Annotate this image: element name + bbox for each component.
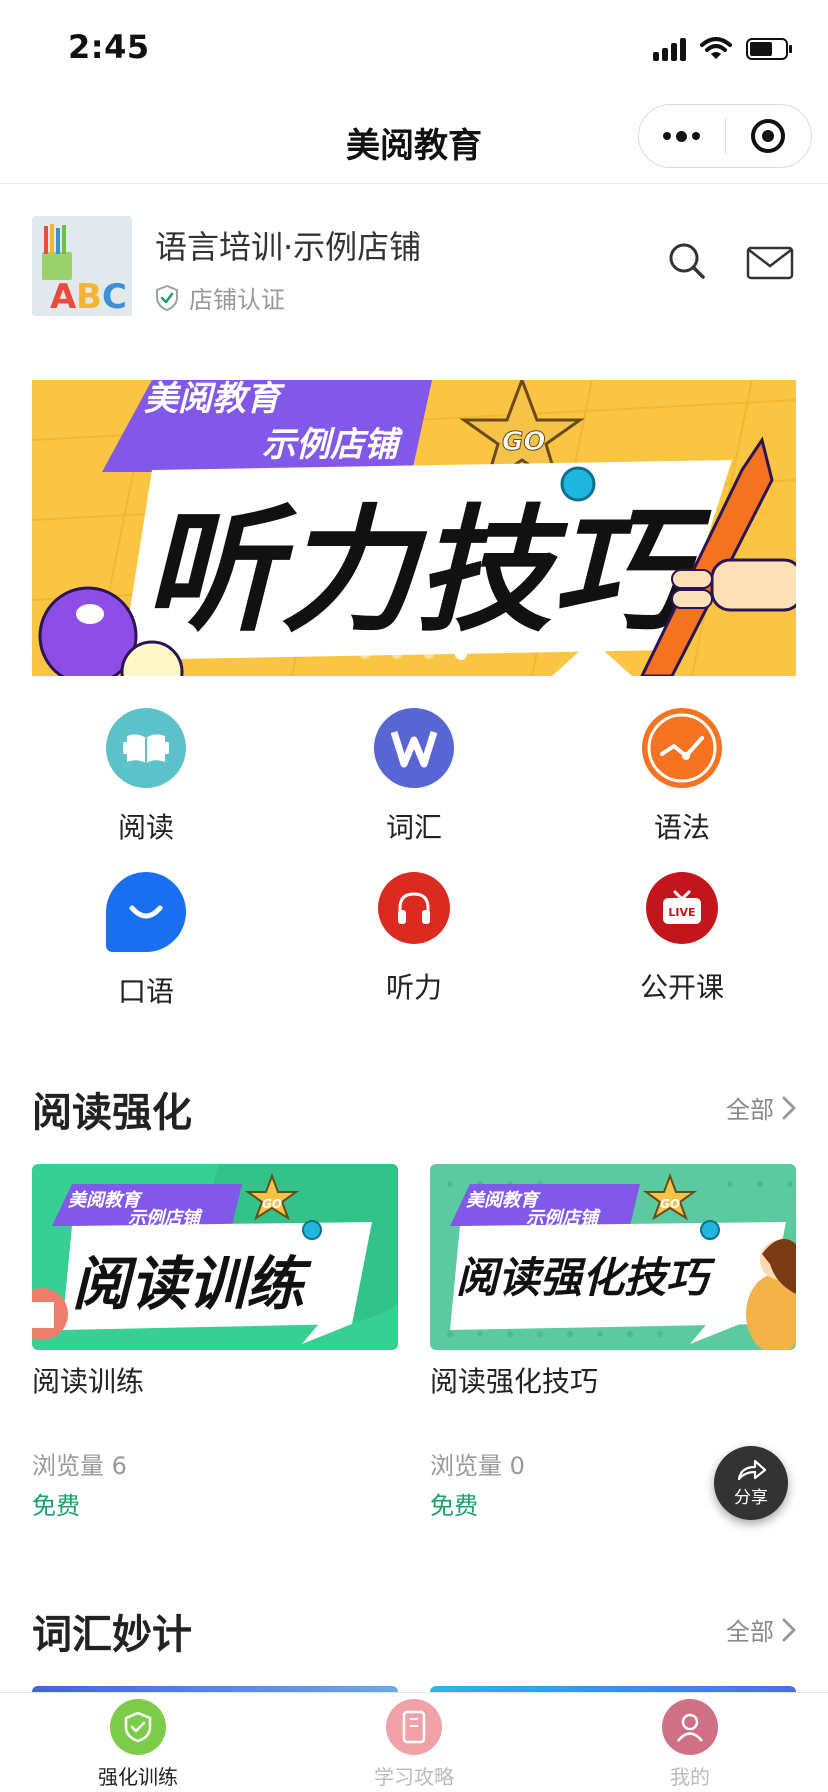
pagination-dots <box>360 648 467 660</box>
svg-text:C: C <box>102 277 127 316</box>
course-thumbnail: 美阅教育 示例店铺 GO 阅读强化技巧 <box>430 1164 796 1350</box>
banner-artwork: 美阅教育 示例店铺 GO 听力技巧 <box>32 380 796 676</box>
category-label: 词汇 <box>385 811 442 844</box>
target-icon <box>751 119 786 153</box>
shield-icon <box>110 1699 166 1755</box>
category-label: 听力 <box>385 971 442 1004</box>
user-icon <box>662 1699 718 1755</box>
more-menu-button[interactable] <box>639 105 725 167</box>
category-vocabulary[interactable]: 词汇 <box>314 708 514 846</box>
category-open-class[interactable]: LIVE 公开课 <box>582 872 782 1006</box>
status-icons <box>653 34 794 64</box>
card-go-badge: GO <box>262 1197 282 1211</box>
card-go-badge: GO <box>660 1197 680 1211</box>
battery-icon <box>746 37 794 61</box>
chevron-right-icon <box>782 1618 796 1641</box>
svg-text:A: A <box>50 277 77 316</box>
section-title-vocabulary: 词汇妙计 <box>32 1612 192 1658</box>
w-letter-icon <box>374 708 454 788</box>
close-miniprogram-button[interactable] <box>726 105 812 167</box>
more-dots-icon <box>663 130 701 142</box>
search-icon <box>669 243 705 279</box>
headphones-icon <box>378 872 450 944</box>
phone-book-icon <box>386 1699 442 1755</box>
more-label: 全部 <box>726 1618 774 1646</box>
category-listening[interactable]: 听力 <box>314 872 514 1006</box>
banner-brand-line1: 美阅教育 <box>144 380 285 419</box>
banner-headline: 听力技巧 <box>144 493 712 651</box>
mail-icon <box>746 246 794 280</box>
section-title-reading: 阅读强化 <box>32 1090 192 1136</box>
tab-bar: 强化训练 学习攻略 我的 <box>0 1692 828 1792</box>
share-button[interactable]: 分享 <box>714 1446 788 1520</box>
tab-strategy[interactable]: 学习攻略 <box>276 1693 552 1792</box>
card-image-text: 阅读训练 <box>72 1250 312 1318</box>
card-price: 免费 <box>430 1492 478 1520</box>
card-title: 阅读强化技巧 <box>430 1365 599 1398</box>
category-label: 口语 <box>117 975 174 1008</box>
share-arrow-icon <box>737 1459 767 1480</box>
share-label: 分享 <box>734 1487 768 1508</box>
category-label: 公开课 <box>639 971 724 1004</box>
chart-line-icon <box>642 708 722 788</box>
status-bar: 2:45 <box>0 0 828 96</box>
tab-label: 强化训练 <box>98 1765 178 1789</box>
category-grammar[interactable]: 语法 <box>582 708 782 846</box>
more-label: 全部 <box>726 1096 774 1124</box>
tab-mine[interactable]: 我的 <box>552 1693 828 1792</box>
svg-text:B: B <box>76 277 102 316</box>
store-verified-badge: 店铺认证 <box>155 280 285 315</box>
svg-text:LIVE: LIVE <box>668 906 695 919</box>
banner-brand-line2: 示例店铺 <box>262 425 403 465</box>
card-views: 浏览量 0 <box>430 1452 525 1480</box>
section-more-reading[interactable]: 全部 <box>726 1090 796 1125</box>
status-time: 2:45 <box>68 28 150 66</box>
card-title: 阅读训练 <box>32 1365 145 1398</box>
shield-check-icon <box>156 284 178 311</box>
verified-label: 店铺认证 <box>189 286 285 314</box>
card-views: 浏览量 6 <box>32 1452 127 1480</box>
miniprogram-capsule <box>638 104 812 168</box>
card-price: 免费 <box>32 1492 80 1520</box>
course-card[interactable]: 美阅教育 示例店铺 GO 阅读强化技巧 阅读强化技巧 浏览量 0 免费 <box>430 1164 796 1520</box>
category-label: 阅读 <box>117 811 174 844</box>
banner-pagination <box>0 648 828 660</box>
store-logo[interactable]: A B C <box>32 216 132 316</box>
search-button[interactable] <box>668 242 706 284</box>
live-tv-icon: LIVE <box>646 872 718 944</box>
category-reading[interactable]: 阅读 <box>46 708 246 846</box>
chevron-right-icon <box>782 1096 796 1119</box>
chat-bubble-icon <box>106 872 186 952</box>
course-thumbnail: 美阅教育 示例店铺 GO 阅读训练 <box>32 1164 398 1350</box>
category-label: 语法 <box>653 811 710 844</box>
tab-training[interactable]: 强化训练 <box>0 1693 276 1792</box>
message-button[interactable] <box>746 246 794 284</box>
wifi-icon <box>700 37 732 61</box>
nav-bar: 美阅教育 <box>0 96 828 184</box>
signal-icon <box>653 37 686 61</box>
course-card[interactable]: 美阅教育 示例店铺 GO 阅读训练 阅读训练 浏览量 6 免费 <box>32 1164 398 1520</box>
section-more-vocabulary[interactable]: 全部 <box>726 1612 796 1647</box>
book-icon <box>106 708 186 788</box>
banner-go-badge: GO <box>502 427 545 457</box>
category-speaking[interactable]: 口语 <box>46 872 246 1010</box>
banner-carousel[interactable]: 美阅教育 示例店铺 GO 听力技巧 <box>32 380 796 676</box>
tab-label: 我的 <box>670 1765 710 1789</box>
store-header: A B C 语言培训·示例店铺 店铺认证 <box>0 184 828 334</box>
tab-label: 学习攻略 <box>374 1765 454 1789</box>
store-name[interactable]: 语言培训·示例店铺 <box>155 222 421 268</box>
card-image-text: 阅读强化技巧 <box>456 1253 716 1302</box>
